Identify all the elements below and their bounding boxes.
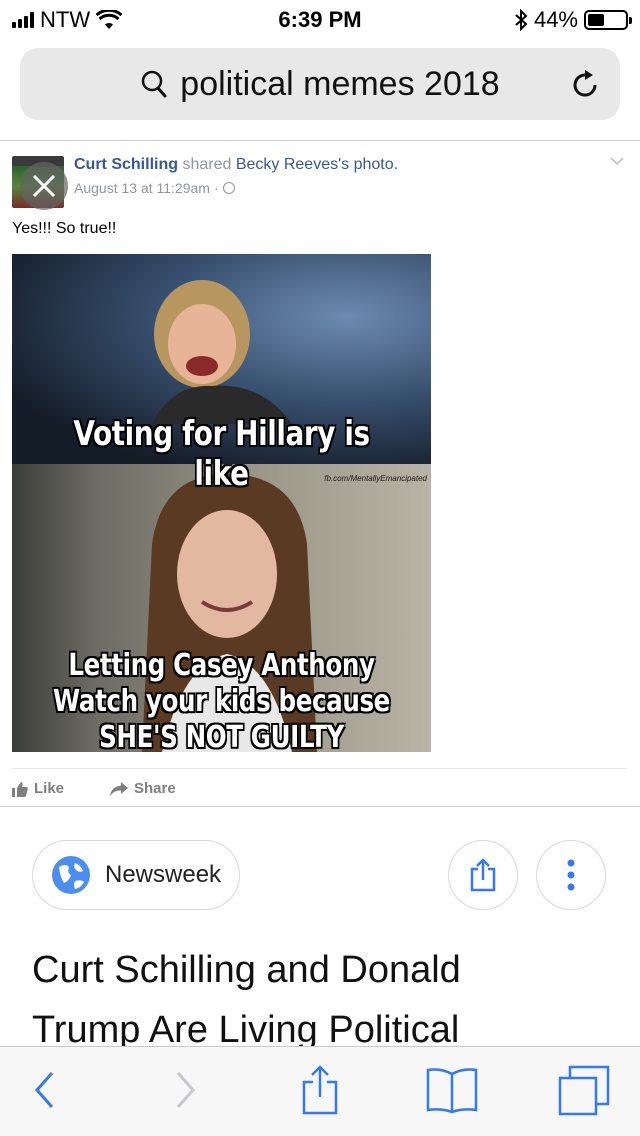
battery-fill (588, 14, 604, 26)
address-bar[interactable]: political memes 2018 (20, 48, 620, 120)
share-post-button[interactable]: Share (110, 780, 176, 797)
like-label: Like (34, 780, 65, 797)
share-icon (470, 858, 496, 892)
shared-from-link[interactable]: Becky Reeves (236, 156, 338, 173)
meme-caption-bottom-3: SHE'S NOT GUILTY (99, 720, 344, 752)
share-icon (302, 1065, 338, 1115)
article-headline[interactable]: Curt Schilling and Donald Trump Are Livi… (32, 940, 612, 1060)
bottom-toolbar (0, 1046, 640, 1136)
author-link[interactable]: Curt Schilling (74, 156, 178, 173)
divider (0, 806, 640, 807)
meme-watermark: fb.com/MentallyEmancipated (324, 474, 427, 483)
signal-icon (12, 12, 34, 28)
wifi-icon (96, 10, 123, 29)
public-globe-icon (222, 182, 235, 194)
post-divider (12, 768, 626, 769)
battery-percent: 44% (533, 7, 578, 32)
woman-laughing-figure (152, 280, 292, 424)
chevron-down-icon[interactable] (610, 156, 624, 166)
globe-icon (52, 856, 90, 894)
more-options-button[interactable] (536, 840, 606, 910)
share-arrow-icon (110, 781, 128, 796)
bluetooth-icon (515, 9, 528, 31)
chevron-right-icon (176, 1072, 196, 1108)
post-text: Yes!!! So true!! (12, 220, 117, 237)
more-vertical-icon (567, 859, 575, 891)
shared-text: shared (182, 156, 232, 173)
search-icon (142, 70, 167, 98)
bookmarks-button[interactable] (424, 1065, 480, 1115)
close-icon[interactable] (20, 162, 68, 210)
meta-dot: · (213, 180, 219, 196)
carrier-label: NTW (40, 7, 91, 32)
status-bar: NTW 6:39 PM 44% (0, 0, 640, 40)
meme-caption-bottom-1: Letting Casey Anthony (68, 648, 375, 683)
post-header: Curt Schilling shared Becky Reeves's pho… (12, 152, 628, 212)
chevron-left-icon (34, 1072, 54, 1108)
tabs-icon (558, 1065, 610, 1116)
source-chip[interactable]: Newsweek (32, 840, 240, 910)
meme-caption-bottom-2: Watch your kids because (53, 684, 390, 719)
post-timestamp[interactable]: August 13 at 11:29am (74, 180, 210, 196)
book-icon (426, 1068, 478, 1114)
source-name: Newsweek (105, 861, 222, 888)
forward-button[interactable] (168, 1065, 204, 1115)
share-button[interactable] (448, 840, 518, 910)
reload-icon[interactable] (568, 68, 602, 102)
post-meta: Curt Schilling shared Becky Reeves's pho… (74, 156, 398, 196)
like-button[interactable]: Like (12, 780, 64, 797)
battery-icon (584, 10, 632, 30)
back-button[interactable] (26, 1065, 62, 1115)
headline-line-1: Curt Schilling and Donald (32, 949, 461, 991)
shared-suffix: 's photo. (338, 156, 399, 173)
meme-image[interactable]: Voting for Hillary is like fb.com/Mental… (12, 254, 431, 752)
address-query[interactable]: political memes 2018 (180, 65, 499, 104)
tabs-button[interactable] (556, 1065, 612, 1116)
toolbar-share-button[interactable] (296, 1065, 344, 1115)
share-label: Share (134, 780, 176, 797)
thumbs-up-icon (12, 781, 28, 797)
divider (0, 140, 640, 141)
